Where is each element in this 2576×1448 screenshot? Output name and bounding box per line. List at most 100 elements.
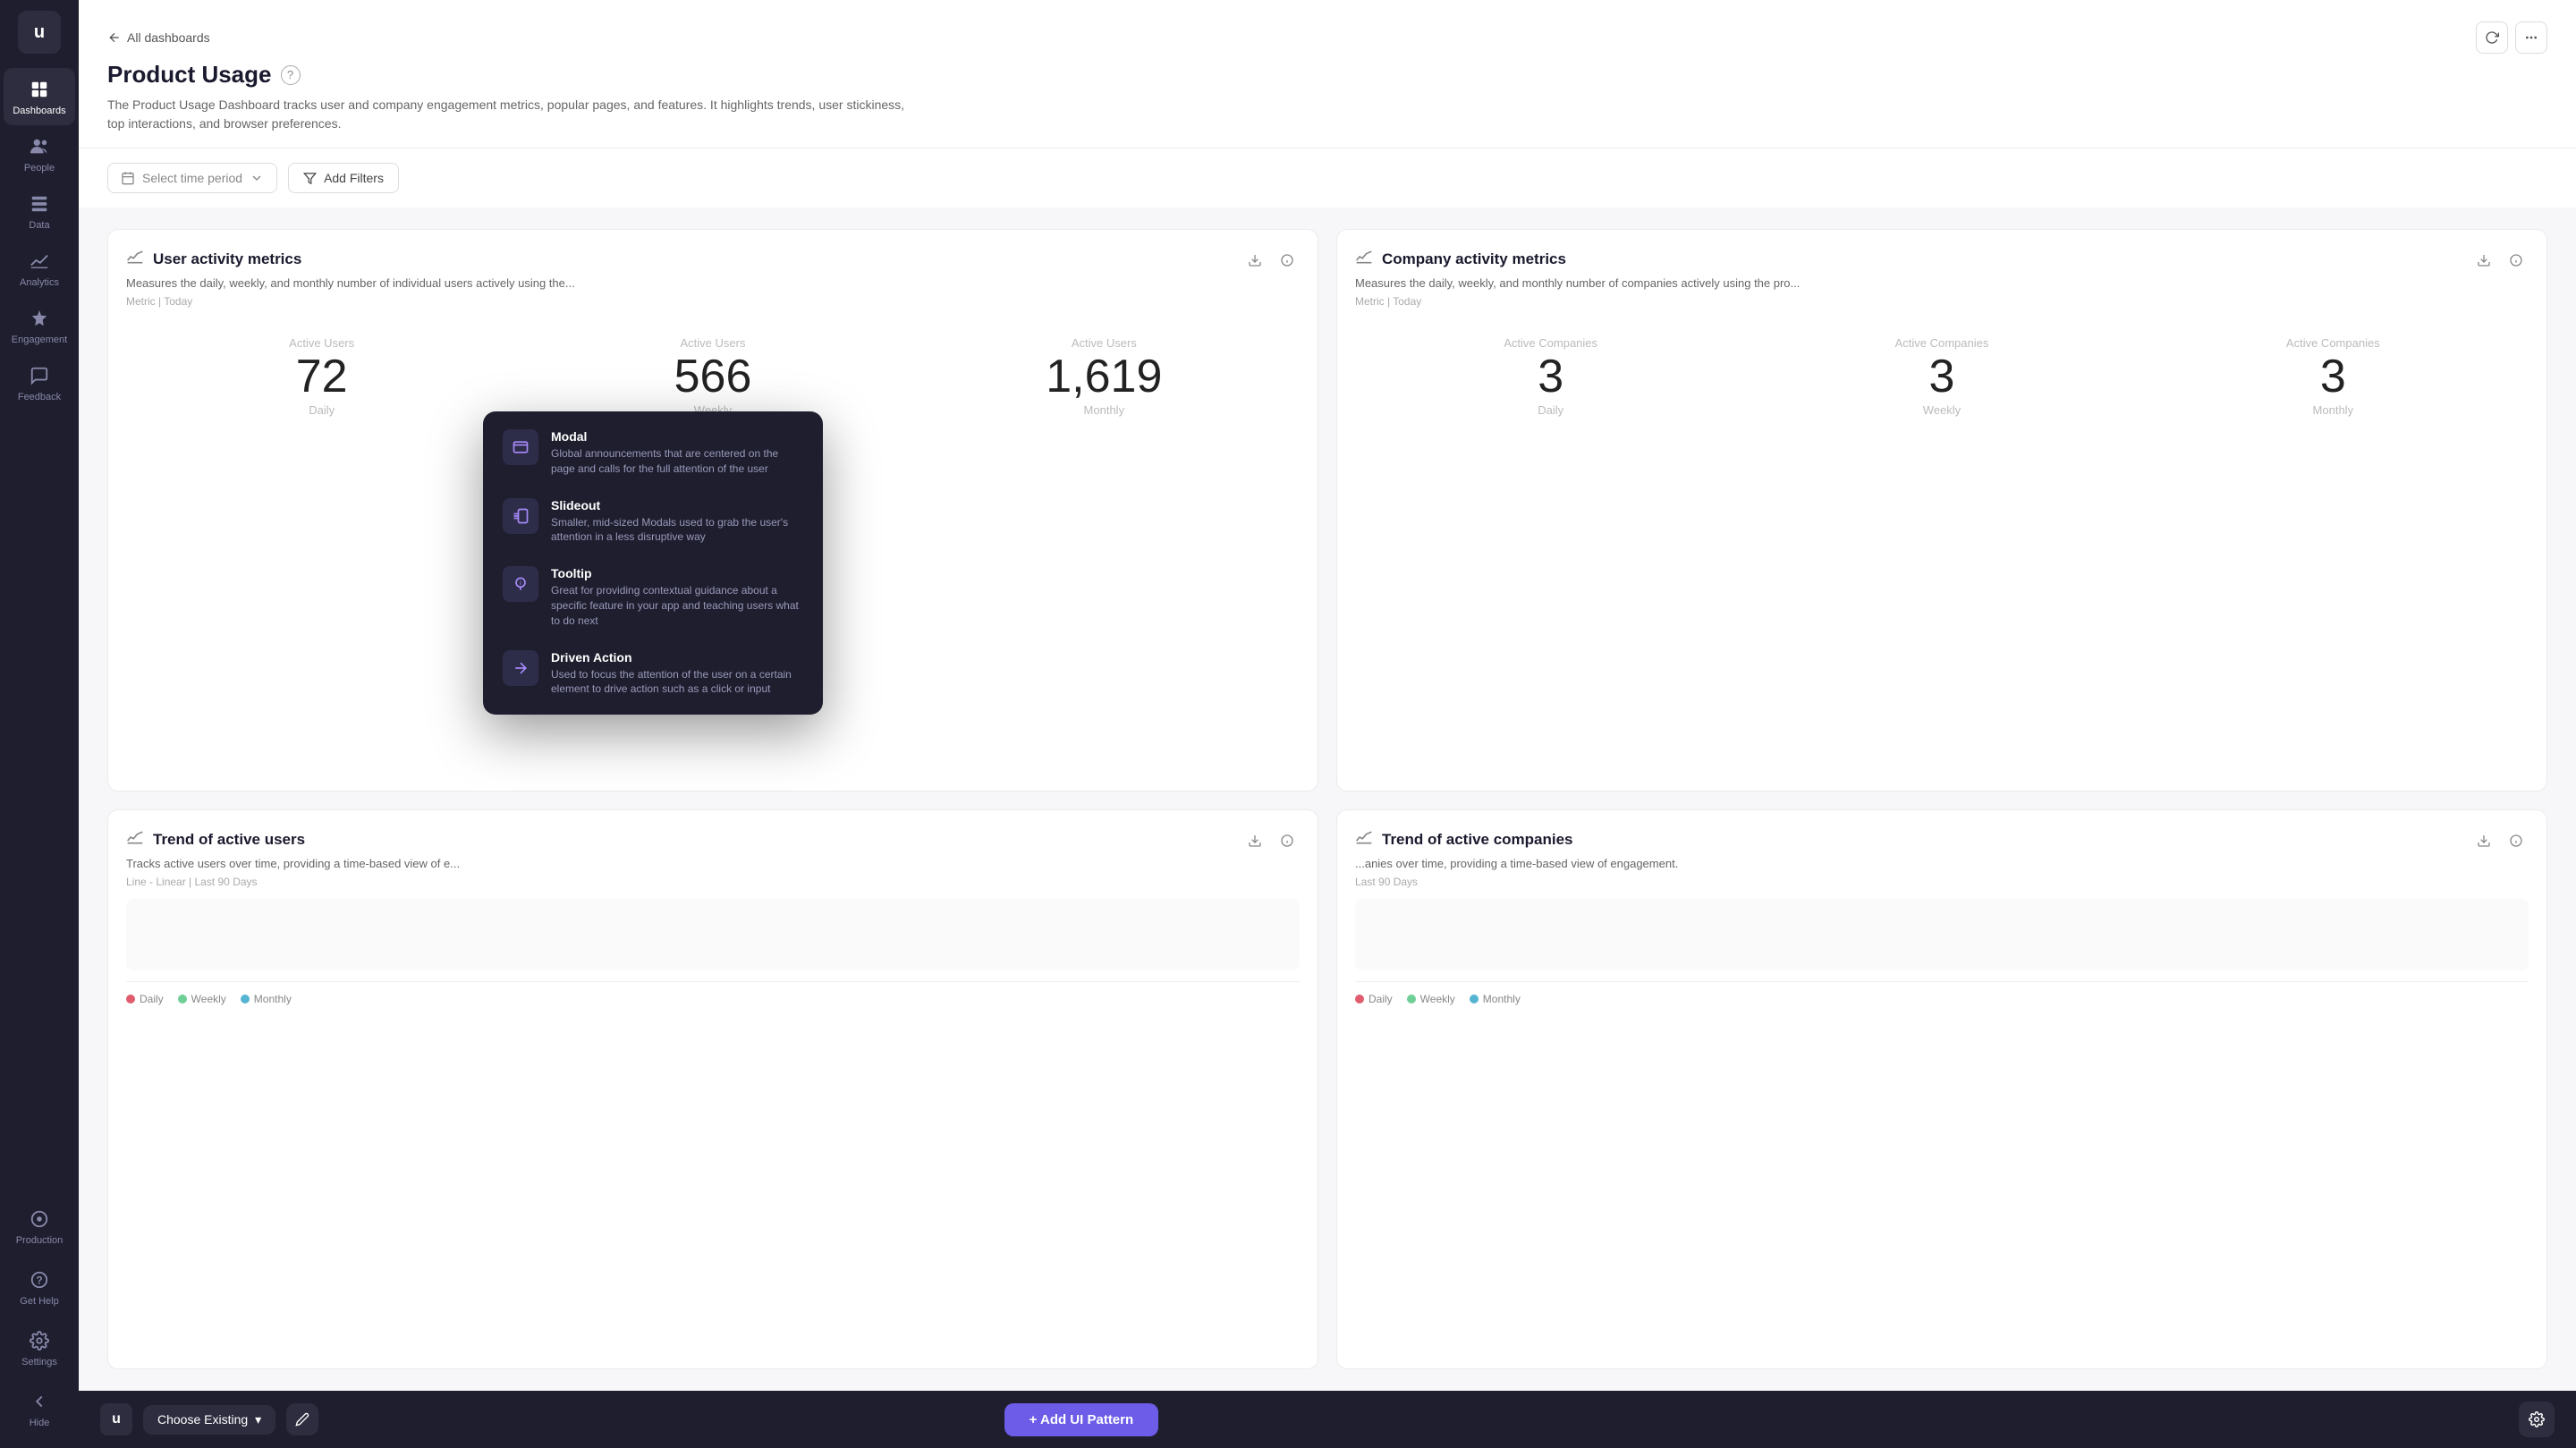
company-weekly-value: 3 [1929,353,1955,400]
dropdown-item-slideout[interactable]: Slideout Smaller, mid-sized Modals used … [490,487,816,556]
company-daily-period: Daily [1538,403,1563,417]
sidebar-item-get-help[interactable]: ? Get Help [4,1258,75,1316]
user-monthly-label: Active Users [1072,336,1137,350]
chevron-down-icon: ▾ [255,1412,261,1427]
download-icon [2477,834,2491,848]
dashboards-icon [27,77,52,102]
sidebar-item-feedback[interactable]: Feedback [4,354,75,411]
sidebar-item-feedback-label: Feedback [18,392,61,402]
pencil-button[interactable] [286,1403,318,1435]
more-dots-icon [2524,30,2538,45]
data-icon [27,191,52,216]
trend-companies-legend: Daily Weekly Monthly [1355,981,2529,1005]
driven-action-item-title: Driven Action [551,650,803,665]
hide-icon [27,1389,52,1414]
sidebar-item-data[interactable]: Data [4,182,75,240]
company-monthly-value: 3 [2320,353,2346,400]
trend-companies-actions [2471,828,2529,853]
trend-companies-desc: ...anies over time, providing a time-bas… [1355,857,2529,870]
download-icon [2477,253,2491,267]
user-activity-card-header: User activity metrics [126,248,1300,273]
trend-companies-download-button[interactable] [2471,828,2496,853]
dropdown-item-tooltip[interactable]: i Tooltip Great for providing contextual… [490,555,816,639]
filters-bar: Select time period Add Filters [79,148,2576,207]
company-monthly-label: Active Companies [2286,336,2380,350]
back-to-dashboards-link[interactable]: All dashboards [107,30,210,45]
bottom-settings-button[interactable] [2519,1401,2555,1437]
title-help-icon[interactable]: ? [281,65,301,85]
time-period-label: Select time period [142,171,242,185]
trend-companies-card-header: Trend of active companies [1355,828,2529,853]
add-ui-pattern-button[interactable]: + Add UI Pattern [1004,1403,1159,1436]
trend-companies-chart-placeholder [1355,899,2529,970]
company-activity-monthly: Active Companies 3 Monthly [2138,326,2529,428]
sidebar-item-engagement[interactable]: Engagement [4,297,75,354]
sidebar-item-analytics[interactable]: Analytics [4,240,75,297]
help-icon: ? [27,1267,52,1292]
company-daily-value: 3 [1538,353,1563,400]
user-daily-period: Daily [309,403,335,417]
company-activity-metrics-row: Active Companies 3 Daily Active Companie… [1355,326,2529,428]
sidebar-logo[interactable]: u [18,11,61,54]
trend-users-info-button[interactable] [1275,828,1300,853]
user-weekly-value: 566 [674,353,752,400]
sidebar-item-hide[interactable]: Hide [4,1380,75,1437]
dropdown-item-driven-action[interactable]: Driven Action Used to focus the attentio… [490,639,816,708]
add-filters-button[interactable]: Add Filters [288,163,399,193]
company-activity-download-button[interactable] [2471,248,2496,273]
production-icon [27,1207,52,1232]
arrow-left-icon [107,30,122,45]
trend-users-desc: Tracks active users over time, providing… [126,857,1300,870]
legend-daily: Daily [126,993,164,1005]
dropdown-item-modal[interactable]: Modal Global announcements that are cent… [490,419,816,487]
main-content: All dashboards Product Usage ? The Produ… [79,0,2576,1448]
company-activity-card: Company activity metrics Measures the da… [1336,229,2547,792]
user-activity-download-button[interactable] [1242,248,1267,273]
sidebar-item-production-label: Production [16,1235,64,1246]
chevron-down-icon [250,171,264,185]
sidebar-item-people-label: People [24,163,55,174]
trend-users-download-button[interactable] [1242,828,1267,853]
pencil-icon [295,1412,309,1427]
refresh-button[interactable] [2476,21,2508,54]
modal-item-text: Modal Global announcements that are cent… [551,429,803,477]
trend-companies-info-button[interactable] [2504,828,2529,853]
company-activity-weekly: Active Companies 3 Weekly [1746,326,2137,428]
slideout-icon [503,498,538,534]
driven-action-icon [503,650,538,686]
choose-existing-button[interactable]: Choose Existing ▾ [143,1405,275,1435]
sidebar-item-dashboards-label: Dashboards [13,106,65,116]
user-activity-info-button[interactable] [1275,248,1300,273]
driven-action-item-text: Driven Action Used to focus the attentio… [551,650,803,698]
legend-companies-weekly-dot [1407,995,1416,1003]
trend-users-chart-placeholder [126,899,1300,970]
legend-companies-daily-dot [1355,995,1364,1003]
user-monthly-value: 1,619 [1046,353,1162,400]
legend-daily-dot [126,995,135,1003]
engagement-icon [27,306,52,331]
download-icon [1248,834,1262,848]
user-activity-daily: Active Users 72 Daily [126,326,517,428]
add-pattern-label: + Add UI Pattern [1030,1412,1134,1427]
choose-existing-label: Choose Existing [157,1412,248,1427]
trend-companies-icon [1355,828,1373,851]
user-daily-label: Active Users [289,336,354,350]
time-period-select[interactable]: Select time period [107,163,277,193]
ui-pattern-dropdown: Modal Global announcements that are cent… [483,411,823,715]
dashboard-grid: User activity metrics Measures the daily… [79,207,2576,1391]
modal-item-desc: Global announcements that are centered o… [551,446,803,477]
sidebar-item-people[interactable]: People [4,125,75,182]
sidebar-item-production[interactable]: Production [4,1198,75,1255]
user-activity-title-row: User activity metrics [126,248,301,270]
company-activity-card-header: Company activity metrics [1355,248,2529,273]
company-activity-info-button[interactable] [2504,248,2529,273]
company-weekly-label: Active Companies [1895,336,1989,350]
sidebar-item-dashboards[interactable]: Dashboards [4,68,75,125]
modal-icon [503,429,538,465]
modal-item-title: Modal [551,429,803,444]
user-daily-value: 72 [296,353,348,400]
sidebar-item-settings[interactable]: Settings [4,1319,75,1376]
more-button[interactable] [2515,21,2547,54]
user-monthly-period: Monthly [1084,403,1125,417]
tooltip-item-desc: Great for providing contextual guidance … [551,583,803,628]
